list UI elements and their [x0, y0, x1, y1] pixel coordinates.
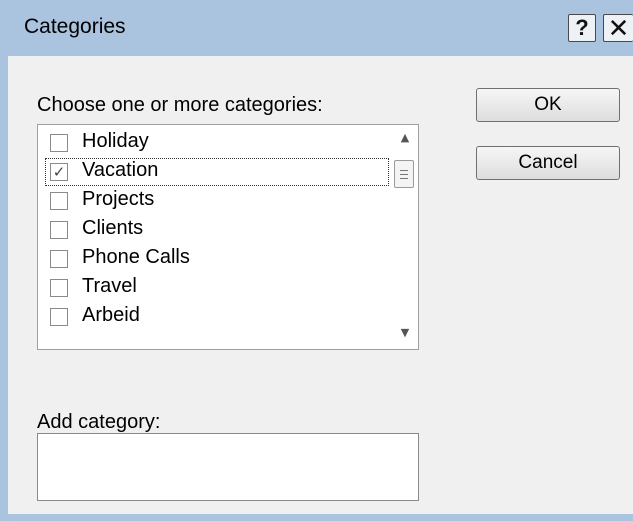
close-icon: ✕ — [607, 12, 630, 43]
category-label: Vacation — [82, 159, 159, 181]
category-item[interactable]: Phone Calls — [50, 245, 388, 273]
category-label: Phone Calls — [82, 246, 190, 268]
help-button[interactable]: ? — [568, 14, 596, 42]
category-checkbox-checked[interactable]: ✓ — [50, 163, 68, 181]
scrollbar-thumb[interactable] — [394, 160, 414, 188]
category-checkbox[interactable] — [50, 192, 68, 210]
ok-button[interactable]: OK — [476, 88, 620, 122]
window-title: Categories — [24, 15, 126, 38]
thumb-grip-line — [400, 178, 408, 179]
close-button[interactable]: ✕ — [603, 12, 633, 43]
category-item[interactable]: Holiday — [50, 129, 388, 157]
scroll-up-arrow-icon[interactable]: ▲ — [395, 128, 415, 148]
categories-listbox[interactable]: Holiday ✓ Vacation Projects Clients Phone Cal… — [37, 124, 419, 350]
category-label: Travel — [82, 275, 137, 297]
category-item[interactable]: ✓ Vacation — [45, 158, 389, 186]
help-icon: ? — [575, 15, 589, 40]
category-checkbox[interactable] — [50, 221, 68, 239]
category-label: Holiday — [82, 130, 149, 152]
category-item[interactable]: Clients — [50, 216, 388, 244]
category-label: Clients — [82, 217, 144, 239]
dialog-body: Choose one or more categories: Holiday ✓ V… — [8, 56, 633, 514]
title-bar[interactable]: Categories ? ✕ — [0, 0, 633, 56]
category-checkbox[interactable] — [50, 134, 68, 152]
category-checkbox[interactable] — [50, 308, 68, 326]
category-checkbox[interactable] — [50, 279, 68, 297]
add-category-label: Add category: — [37, 411, 161, 433]
category-label: Arbeid — [82, 304, 140, 326]
thumb-grip-line — [400, 174, 408, 175]
category-label: Projects — [82, 188, 155, 210]
add-category-input[interactable] — [37, 433, 419, 501]
cancel-button[interactable]: Cancel — [476, 146, 620, 180]
thumb-grip-line — [400, 170, 408, 171]
categories-prompt: Choose one or more categories: — [37, 94, 323, 116]
categories-dialog: Categories ? ✕ Choose one or more catego… — [0, 0, 633, 521]
category-item[interactable]: Projects — [50, 187, 388, 215]
scroll-down-arrow-icon[interactable]: ▼ — [395, 323, 415, 343]
category-item[interactable]: Arbeid — [50, 303, 388, 331]
category-item[interactable]: Travel — [50, 274, 388, 302]
category-checkbox[interactable] — [50, 250, 68, 268]
